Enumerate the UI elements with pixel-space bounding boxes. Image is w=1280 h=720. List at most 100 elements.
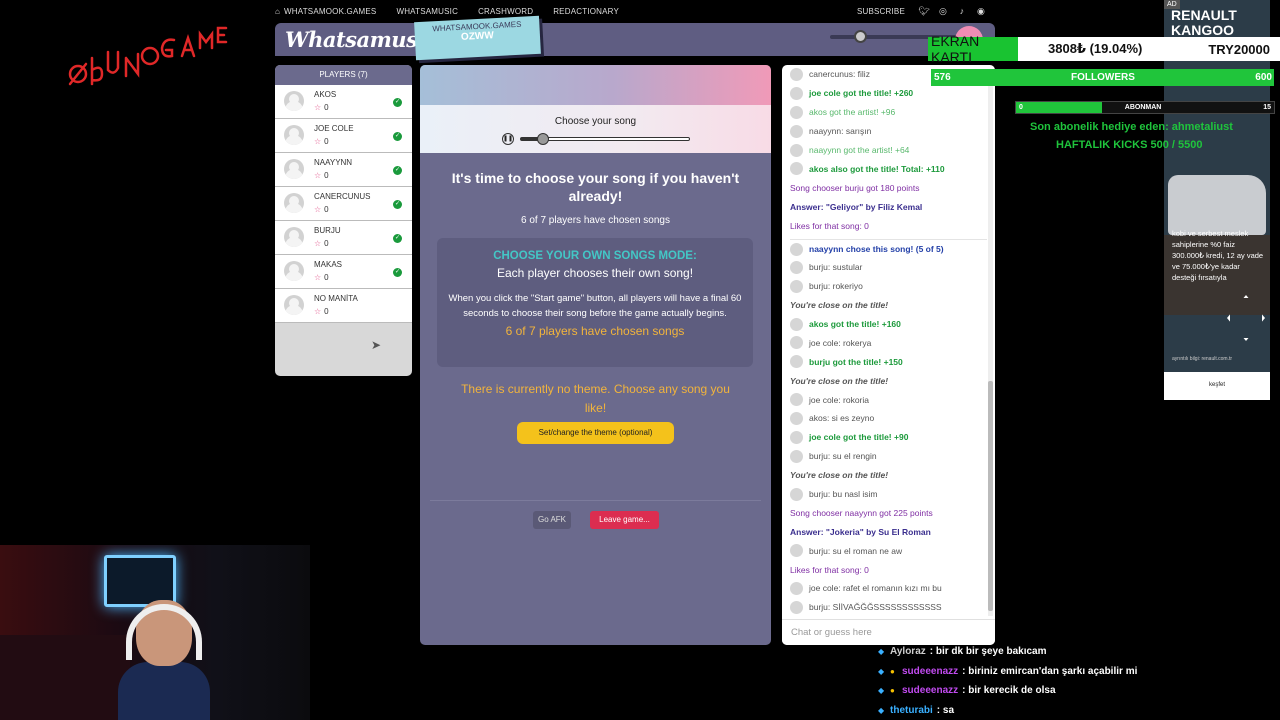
subscriber-goal: 0 ABONMAN 15 bbox=[1015, 101, 1275, 114]
player-name: NAAYYNN bbox=[314, 158, 353, 167]
instagram-icon[interactable]: ◎ bbox=[938, 6, 948, 16]
player-score: ☆ 0 bbox=[314, 205, 329, 214]
ad-brand: RENAULT KANGOO bbox=[1171, 7, 1237, 38]
gem-badge-icon: ◆ bbox=[878, 706, 885, 716]
chat-scrollbar[interactable] bbox=[988, 71, 993, 616]
player-name: CANERCUNUS bbox=[314, 192, 371, 201]
player-name: JOE COLE bbox=[314, 124, 354, 133]
star-icon: ☆ bbox=[314, 137, 322, 146]
nav-link-home[interactable]: ⌂ WHATSAMOOK.GAMES bbox=[275, 7, 376, 16]
chat-message: joe cole: rafet el romanın kızı mı bu bbox=[790, 579, 987, 598]
chat-username[interactable]: theturabi bbox=[890, 705, 933, 716]
players-title: PLAYERS (7) bbox=[275, 65, 412, 85]
song-artwork bbox=[420, 65, 771, 105]
chat-username[interactable]: sudeeenazz bbox=[902, 685, 958, 696]
player-score: ☆ 0 bbox=[314, 171, 329, 180]
avatar bbox=[284, 193, 304, 213]
playback-knob[interactable] bbox=[536, 133, 549, 145]
chat-message: joe cole: rokoria bbox=[790, 390, 987, 409]
players-panel: PLAYERS (7) AKOS ☆ 0 ✓ JOE COLE ☆ 0 ✓ NAAYYNN ☆ 0 ✓… bbox=[275, 65, 412, 376]
avatar bbox=[790, 279, 803, 293]
pause-button[interactable]: ❚❚ bbox=[502, 133, 514, 145]
nav-link-redactionary[interactable]: REDACTIONARY bbox=[553, 7, 619, 16]
chat-message: akos also got the title! Total: +110 bbox=[790, 159, 987, 178]
choose-song-label: Choose your song bbox=[554, 116, 637, 127]
go-afk-button[interactable]: Go AFK bbox=[533, 511, 571, 529]
nav-link-whatsamusic[interactable]: WHATSAMUSIC bbox=[396, 7, 458, 16]
volume-knob[interactable] bbox=[854, 30, 867, 43]
game-site: ⌂ WHATSAMOOK.GAMES WHATSAMUSIC CRASHWORD… bbox=[275, 0, 995, 720]
player-score: ☆ 0 bbox=[314, 273, 329, 282]
player-row[interactable]: JOE COLE ☆ 0 ✓ bbox=[275, 119, 412, 153]
ad-cta-button[interactable]: keşfet bbox=[1164, 372, 1270, 400]
chat-message: burju: rokeriyo bbox=[790, 277, 987, 296]
avatar bbox=[790, 67, 803, 81]
chat-message: naayynn: sarışın bbox=[790, 122, 987, 141]
chat-message: naayynn got the artist! +64 bbox=[790, 141, 987, 160]
coin-badge-icon: ● bbox=[890, 666, 895, 676]
check-icon: ✓ bbox=[393, 132, 402, 141]
avatar bbox=[790, 487, 803, 501]
discord-icon[interactable]: ◉ bbox=[976, 6, 986, 16]
check-icon: ✓ bbox=[393, 166, 402, 175]
check-icon: ✓ bbox=[393, 200, 402, 209]
twitter-icon[interactable]: 🐦︎ bbox=[918, 6, 929, 16]
avatar bbox=[790, 317, 803, 331]
playback-slider[interactable] bbox=[520, 133, 690, 145]
scroll-thumb[interactable] bbox=[988, 381, 993, 611]
donation-goal: EKRAN KARTI 3808₺ (19.04%) TRY20000 bbox=[928, 33, 1280, 65]
leave-game-button[interactable]: Leave game... bbox=[590, 511, 659, 529]
ad-text: kobi ve serbest meslek sahiplerine %0 fa… bbox=[1172, 229, 1264, 282]
stream-chat-overlay: ◆ Ayloraz: bir dk bir şeye bakıcam ◆ ● sudee… bbox=[878, 642, 1278, 720]
mode-title: CHOOSE YOUR OWN SONGS MODE: bbox=[493, 250, 697, 262]
goal-progress: 3808₺ (19.04%) bbox=[1048, 41, 1143, 56]
chat-message: akos got the artist! +96 bbox=[790, 103, 987, 122]
chat-message: joe cole: rokerya bbox=[790, 333, 987, 352]
chat-username[interactable]: Ayloraz bbox=[890, 646, 926, 657]
main-panel: Choose your song ❚❚ It's time to choose … bbox=[420, 65, 771, 645]
star-icon: ☆ bbox=[314, 307, 322, 316]
weekly-kicks: HAFTALIK KICKS 500 / 5500 bbox=[1056, 139, 1203, 151]
chat-username[interactable]: sudeeenazz bbox=[902, 666, 958, 677]
tiktok-icon[interactable]: ♪ bbox=[957, 6, 967, 16]
chat-text: : biriniz emircan'dan şarkı açabilir mi bbox=[962, 665, 1138, 677]
gem-badge-icon: ◆ bbox=[878, 686, 885, 696]
avatar bbox=[790, 242, 803, 256]
check-icon: ✓ bbox=[393, 268, 402, 277]
last-gift-sub: Son abonelik hediye eden: ahmetaliust bbox=[1030, 121, 1233, 133]
song-preview-player: Choose your song ❚❚ bbox=[420, 105, 771, 153]
set-theme-button[interactable]: Set/change the theme (optional) bbox=[517, 422, 674, 444]
player-row[interactable]: CANERCUNUS ☆ 0 ✓ bbox=[275, 187, 412, 221]
chat-message: burju: sustular bbox=[790, 258, 987, 277]
webcam-feed bbox=[0, 545, 310, 720]
mode-description: When you click the "Start game" button, … bbox=[448, 293, 742, 319]
avatar bbox=[284, 125, 304, 145]
chat-message: You're close on the title! bbox=[790, 300, 889, 311]
chat-message: Answer: "Geliyor" by Filiz Kemal bbox=[790, 201, 923, 212]
goal-target: TRY20000 bbox=[1208, 41, 1270, 57]
subscribe-link[interactable]: SUBSCRIBE bbox=[857, 7, 905, 16]
chat-message: Likes for that song: 0 bbox=[790, 564, 869, 575]
player-row[interactable]: NAAYYNN ☆ 0 ✓ bbox=[275, 153, 412, 187]
player-row[interactable]: AKOS ☆ 0 ✓ bbox=[275, 85, 412, 119]
stream-chat-line: ◆ theturabi: sa bbox=[878, 701, 1278, 720]
player-row[interactable]: MAKAS ☆ 0 ✓ bbox=[275, 255, 412, 289]
player-score: ☆ 0 bbox=[314, 103, 329, 112]
mouse-cursor-icon: ➤ bbox=[371, 338, 382, 352]
chat-message: burju: bu nasl isim bbox=[790, 485, 987, 504]
chat-messages[interactable]: canercunus: filiz joe cole got the title!… bbox=[782, 65, 987, 618]
player-row[interactable]: BURJU ☆ 0 ✓ bbox=[275, 221, 412, 255]
player-score: ☆ 0 bbox=[314, 307, 329, 316]
mode-subtitle: Each player chooses their own song! bbox=[496, 266, 694, 280]
chat-message: naayynn chose this song! (5 of 5) bbox=[790, 239, 987, 258]
star-icon: ☆ bbox=[314, 273, 322, 282]
avatar bbox=[284, 295, 304, 315]
star-icon: ☆ bbox=[314, 239, 322, 248]
player-name: MAKAS bbox=[314, 260, 343, 269]
chat-text: : sa bbox=[936, 705, 955, 717]
avatar bbox=[790, 260, 803, 274]
chat-text: : bir kerecik de olsa bbox=[962, 685, 1056, 697]
nav-link-crashword[interactable]: CRASHWORD bbox=[478, 7, 533, 16]
chat-message: akos: si es zeyno bbox=[790, 409, 987, 428]
player-row[interactable]: NO MANİTA ☆ 0 bbox=[275, 289, 412, 323]
